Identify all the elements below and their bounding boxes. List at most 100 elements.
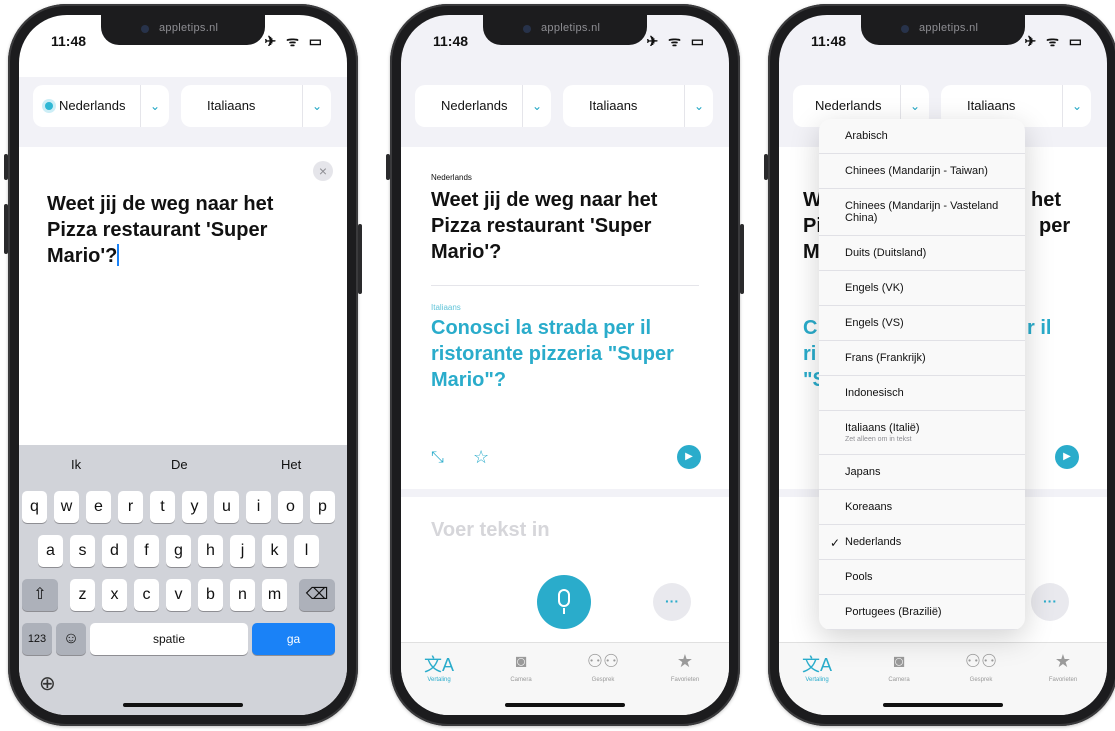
conversation-icon: ⚇⚇ — [964, 651, 998, 671]
menu-item-language[interactable]: Arabisch — [819, 119, 1025, 154]
key-b[interactable]: b — [198, 579, 223, 611]
chevron-down-icon[interactable]: ⌄ — [522, 85, 551, 127]
key-h[interactable]: h — [198, 535, 223, 567]
expand-icon[interactable]: ⤡ — [431, 449, 444, 467]
menu-item-language[interactable]: Duits (Duitsland) — [819, 236, 1025, 271]
key-v[interactable]: v — [166, 579, 191, 611]
key-c[interactable]: c — [134, 579, 159, 611]
screen-1: appletips.nl 11:48 ✈ ᯤ ▭ Nederlands ⌄ It… — [19, 15, 347, 715]
key-g[interactable]: g — [166, 535, 191, 567]
suggestion-bar: Ik De Het — [19, 445, 347, 485]
key-y[interactable]: y — [182, 491, 207, 523]
key-u[interactable]: u — [214, 491, 239, 523]
menu-item-label: Chinees (Mandarijn - Vasteland China) — [845, 200, 999, 224]
menu-item-language[interactable]: Portugees (Brazilië) — [819, 595, 1025, 630]
key-w[interactable]: w — [54, 491, 79, 523]
menu-item-language[interactable]: Chinees (Mandarijn - Vasteland China) — [819, 189, 1025, 236]
target-language-label: Italiaans — [207, 98, 256, 113]
key-o[interactable]: o — [278, 491, 303, 523]
target-label: Italiaans — [431, 303, 461, 312]
chevron-down-icon[interactable]: ⌄ — [1062, 85, 1091, 127]
suggestion-3[interactable]: Het — [281, 457, 301, 472]
key-t[interactable]: t — [150, 491, 175, 523]
chevron-down-icon[interactable]: ⌄ — [684, 85, 713, 127]
tab-favorieten[interactable]: ★ Favorieten — [1033, 651, 1093, 683]
chevron-down-icon[interactable]: ⌄ — [302, 85, 331, 127]
target-language-button[interactable]: Italiaans ⌄ — [563, 85, 713, 127]
menu-item-language[interactable]: Chinees (Mandarijn - Taiwan) — [819, 154, 1025, 189]
play-icon[interactable]: ▶ — [677, 445, 701, 469]
backspace-key[interactable]: ⌫ — [299, 579, 335, 611]
menu-item-language[interactable]: ✓ Nederlands — [819, 525, 1025, 560]
menu-item-language[interactable]: Indonesisch — [819, 376, 1025, 411]
source-language-button[interactable]: Nederlands ⌄ — [415, 85, 551, 127]
globe-icon[interactable]: ⊕ — [39, 671, 56, 696]
camera-dot — [901, 25, 909, 33]
key-q[interactable]: q — [22, 491, 47, 523]
tab-label: Gesprek — [969, 677, 993, 683]
space-key[interactable]: spatie — [90, 623, 248, 655]
menu-item-label: Arabisch — [845, 130, 888, 142]
menu-item-language[interactable]: Japans — [819, 455, 1025, 490]
star-icon: ★ — [1054, 651, 1072, 671]
tab-gesprek[interactable]: ⚇⚇ Gesprek — [951, 651, 1011, 683]
key-k[interactable]: k — [262, 535, 287, 567]
tab-gesprek[interactable]: ⚇⚇ Gesprek — [573, 651, 633, 683]
menu-item-language[interactable]: Engels (VS) — [819, 306, 1025, 341]
home-indicator — [505, 703, 625, 707]
conversation-icon: ⚇⚇ — [586, 651, 620, 671]
tab-camera[interactable]: ◙ Camera — [869, 651, 929, 683]
target-text-peek-right: r il — [1027, 317, 1052, 339]
more-button[interactable]: ··· — [1031, 583, 1069, 621]
more-button[interactable]: ··· — [653, 583, 691, 621]
go-key[interactable]: ga — [252, 623, 335, 655]
menu-item-language[interactable]: Koreaans — [819, 490, 1025, 525]
menu-item-label: Italiaans (Italië) — [845, 422, 920, 434]
key-e[interactable]: e — [86, 491, 111, 523]
key-x[interactable]: x — [102, 579, 127, 611]
emoji-key[interactable]: ☺ — [56, 623, 86, 655]
play-icon[interactable]: ▶ — [1055, 445, 1079, 469]
key-j[interactable]: j — [230, 535, 255, 567]
phone-2: appletips.nl 11:48 ✈ ᯤ ▭ Nederlands ⌄ It… — [386, 4, 744, 726]
favorite-star-icon[interactable]: ☆ — [473, 447, 489, 468]
text-input[interactable]: Voer tekst in — [431, 519, 550, 542]
key-p[interactable]: p — [310, 491, 335, 523]
menu-item-label: Japans — [845, 466, 881, 478]
key-z[interactable]: z — [70, 579, 95, 611]
status-time: 11:48 — [433, 33, 469, 49]
menu-item-language[interactable]: Pools — [819, 560, 1025, 595]
suggestion-2[interactable]: De — [171, 457, 188, 472]
shift-key[interactable]: ⇧ — [22, 579, 58, 611]
tab-vertaling[interactable]: 文A Vertaling — [409, 651, 469, 683]
key-n[interactable]: n — [230, 579, 255, 611]
target-language-button[interactable]: Italiaans ⌄ — [181, 85, 331, 127]
tab-vertaling[interactable]: 文A Vertaling — [787, 651, 847, 683]
tab-label: Favorieten — [670, 677, 700, 683]
source-language-label: Nederlands — [59, 98, 126, 113]
key-a[interactable]: a — [38, 535, 63, 567]
menu-item-language[interactable]: Frans (Frankrijk) — [819, 341, 1025, 376]
suggestion-1[interactable]: Ik — [71, 457, 81, 472]
key-l[interactable]: l — [294, 535, 319, 567]
key-i[interactable]: i — [246, 491, 271, 523]
tab-favorieten[interactable]: ★ Favorieten — [655, 651, 715, 683]
microphone-button[interactable] — [537, 575, 591, 629]
tab-camera[interactable]: ◙ Camera — [491, 651, 551, 683]
menu-item-language[interactable]: Italiaans (Italië) Zet alleen om in tekst — [819, 411, 1025, 455]
status-icons: ✈ ᯤ ▭ — [264, 33, 325, 49]
chevron-down-icon[interactable]: ⌄ — [140, 85, 169, 127]
close-icon[interactable]: × — [313, 161, 333, 181]
source-language-button[interactable]: Nederlands ⌄ — [33, 85, 169, 127]
numbers-key[interactable]: 123 — [22, 623, 52, 655]
status-icons: ✈ ᯤ ▭ — [1024, 33, 1085, 49]
key-f[interactable]: f — [134, 535, 159, 567]
menu-item-label: Chinees (Mandarijn - Taiwan) — [845, 165, 988, 177]
tab-label: Camera — [510, 677, 532, 683]
input-text[interactable]: Weet jij de weg naar het Pizza restauran… — [47, 191, 317, 269]
menu-item-language[interactable]: Engels (VK) — [819, 271, 1025, 306]
key-m[interactable]: m — [262, 579, 287, 611]
key-r[interactable]: r — [118, 491, 143, 523]
key-d[interactable]: d — [102, 535, 127, 567]
key-s[interactable]: s — [70, 535, 95, 567]
